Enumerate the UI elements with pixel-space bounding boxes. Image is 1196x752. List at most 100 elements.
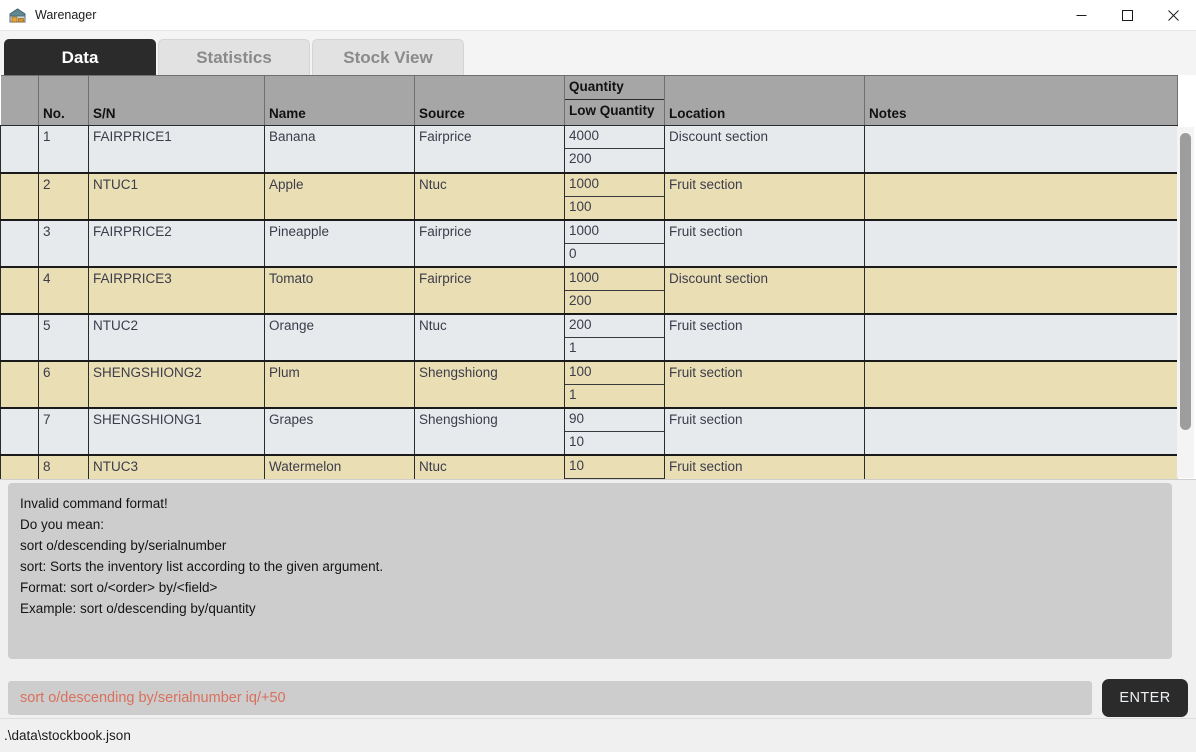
cell-sn: SHENGSHIONG1 xyxy=(88,407,265,456)
table-row[interactable]: 6 SHENGSHIONG2 Plum Shengshiong 100 1 Fruit se… xyxy=(0,360,1178,409)
cell-name: Plum xyxy=(264,360,415,409)
cell-source: Ntuc xyxy=(414,313,565,362)
cell-notes xyxy=(864,266,1178,315)
table-scrollbar-thumb[interactable] xyxy=(1180,133,1191,430)
table-row[interactable]: 8 NTUC3 Watermelon Ntuc 10 Fruit section xyxy=(0,454,1178,480)
table-row[interactable]: 4 FAIRPRICE3 Tomato Fairprice 1000 200 Discoun… xyxy=(0,266,1178,315)
application-window: Warenager Data Statistics Stock View No.… xyxy=(0,0,1196,752)
cell-quantity-group: 1000 200 xyxy=(564,266,665,315)
table-row[interactable]: 7 SHENGSHIONG1 Grapes Shengshiong 90 10 Fruit … xyxy=(0,407,1178,456)
cell-low-quantity: 200 xyxy=(569,151,592,166)
maximize-button[interactable] xyxy=(1104,0,1150,31)
minimize-button[interactable] xyxy=(1058,0,1104,31)
table-header-row: No. S/N Name Source Quantity Low Quantit… xyxy=(0,75,1178,126)
cell-notes xyxy=(864,172,1178,221)
cell-location: Fruit section xyxy=(664,360,865,409)
cell-quantity: 1000 xyxy=(565,221,664,244)
column-header-source[interactable]: Source xyxy=(414,75,565,126)
row-selector-cell xyxy=(0,219,39,268)
cell-source: Fairprice xyxy=(414,219,565,268)
row-selector-cell xyxy=(0,313,39,362)
cell-notes xyxy=(864,407,1178,456)
tab-data[interactable]: Data xyxy=(4,39,156,78)
cell-notes xyxy=(864,125,1178,174)
column-header-location[interactable]: Location xyxy=(664,75,865,126)
cell-notes xyxy=(864,360,1178,409)
cell-name: Banana xyxy=(264,125,415,174)
tab-stock-view[interactable]: Stock View xyxy=(312,39,464,75)
table-body: 1 FAIRPRICE1 Banana Fairprice 4000 200 Discoun… xyxy=(0,125,1178,480)
cell-low-quantity: 10 xyxy=(569,433,585,449)
cell-quantity-group: 100 1 xyxy=(564,360,665,409)
cell-quantity: 10 xyxy=(565,456,664,479)
row-selector-cell xyxy=(0,407,39,456)
column-header-sn[interactable]: S/N xyxy=(88,75,265,126)
column-header-quantity-group[interactable]: Quantity Low Quantity xyxy=(564,75,665,126)
column-header-notes[interactable]: Notes xyxy=(864,75,1178,126)
cell-name: Pineapple xyxy=(264,219,415,268)
cell-quantity-group: 1000 0 xyxy=(564,219,665,268)
cell-low-quantity: 200 xyxy=(569,292,592,308)
cell-notes xyxy=(864,219,1178,268)
cell-no: 1 xyxy=(38,125,89,174)
cell-source: Ntuc xyxy=(414,454,565,479)
column-header-no[interactable]: No. xyxy=(38,75,89,126)
title-bar: Warenager xyxy=(0,0,1196,31)
cell-name: Grapes xyxy=(264,407,415,456)
window-controls xyxy=(1058,0,1196,31)
cell-location: Fruit section xyxy=(664,454,865,479)
cell-no: 8 xyxy=(38,454,89,479)
inventory-table: No. S/N Name Source Quantity Low Quantit… xyxy=(0,75,1178,480)
cell-low-quantity: 0 xyxy=(569,245,577,261)
command-bar: ENTER xyxy=(8,678,1188,718)
command-input[interactable] xyxy=(8,681,1092,715)
cell-sn: NTUC3 xyxy=(88,454,265,479)
table-row[interactable]: 2 NTUC1 Apple Ntuc 1000 100 Fruit section xyxy=(0,172,1178,221)
close-button[interactable] xyxy=(1150,0,1196,31)
cell-sn: NTUC2 xyxy=(88,313,265,362)
tab-bar: Data Statistics Stock View xyxy=(0,31,1196,78)
table-scrollbar[interactable] xyxy=(1177,127,1194,478)
column-header-index[interactable] xyxy=(0,75,39,126)
cell-quantity-group: 90 10 xyxy=(564,407,665,456)
cell-notes xyxy=(864,454,1178,479)
cell-low-quantity: 100 xyxy=(569,198,592,214)
console-line: Format: sort o/<order> by/<field> xyxy=(20,580,218,595)
cell-location: Fruit section xyxy=(664,407,865,456)
cell-location: Discount section xyxy=(664,266,865,315)
console-line: Do you mean: xyxy=(20,517,105,532)
column-header-low-quantity: Low Quantity xyxy=(569,103,655,118)
row-selector-cell xyxy=(0,454,39,479)
cell-low-quantity: 1 xyxy=(569,386,577,402)
cell-quantity-group: 200 1 xyxy=(564,313,665,362)
cell-source: Ntuc xyxy=(414,172,565,221)
table-row[interactable]: 1 FAIRPRICE1 Banana Fairprice 4000 200 Discoun… xyxy=(0,125,1178,174)
cell-sn: FAIRPRICE2 xyxy=(88,219,265,268)
cell-quantity-group: 1000 100 xyxy=(564,172,665,221)
warehouse-icon xyxy=(9,7,26,24)
cell-location: Fruit section xyxy=(664,172,865,221)
cell-no: 3 xyxy=(38,219,89,268)
cell-sn: FAIRPRICE3 xyxy=(88,266,265,315)
table-row[interactable]: 5 NTUC2 Orange Ntuc 200 1 Fruit section xyxy=(0,313,1178,362)
tab-stock-view-label: Stock View xyxy=(343,47,433,67)
tab-statistics[interactable]: Statistics xyxy=(158,39,310,75)
cell-quantity: 4000 xyxy=(565,126,664,149)
enter-button[interactable]: ENTER xyxy=(1102,679,1188,717)
table-row[interactable]: 3 FAIRPRICE2 Pineapple Fairprice 1000 0 Fruit … xyxy=(0,219,1178,268)
console-line: sort: Sorts the inventory list according… xyxy=(20,559,384,574)
cell-quantity-group: 4000 200 xyxy=(564,125,665,174)
cell-quantity: 90 xyxy=(565,409,664,432)
cell-no: 6 xyxy=(38,360,89,409)
console-line: Example: sort o/descending by/quantity xyxy=(20,601,256,616)
cell-low-quantity: 1 xyxy=(569,339,577,355)
cell-quantity: 100 xyxy=(565,362,664,385)
column-header-name[interactable]: Name xyxy=(264,75,415,126)
row-selector-cell xyxy=(0,125,39,174)
column-header-quantity: Quantity xyxy=(565,76,664,100)
cell-name: Orange xyxy=(264,313,415,362)
cell-no: 7 xyxy=(38,407,89,456)
row-selector-cell xyxy=(0,266,39,315)
cell-quantity: 200 xyxy=(565,315,664,338)
cell-low-quantity xyxy=(565,479,664,480)
